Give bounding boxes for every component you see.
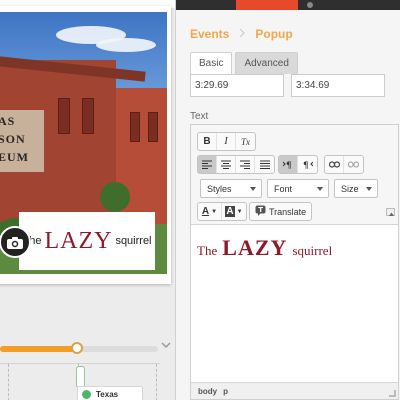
editor-content[interactable]: The LAZY squirrel (197, 235, 392, 261)
sign-line-1: AS (0, 114, 16, 128)
clear-format-button[interactable]: Tx (236, 133, 255, 150)
rich-text-editor: B I Tx ¶ ¶ Styles Font Size A ▼ A ▼ T Tr… (190, 124, 399, 400)
translate-label: Translate (269, 206, 307, 217)
font-dropdown-label: Font (274, 183, 293, 194)
translate-button[interactable]: T Translate (249, 202, 313, 221)
chevron-right-icon (239, 27, 246, 41)
chevron-down-icon: ▼ (211, 208, 218, 215)
resize-handle-icon[interactable] (389, 390, 396, 397)
museum-window (82, 98, 94, 134)
timeline-playhead[interactable] (71, 342, 84, 354)
caption-highlight: LAZY (44, 227, 113, 254)
start-time-input[interactable]: 3:29.69 (190, 74, 284, 97)
link-group (324, 155, 364, 174)
camera-icon[interactable] (0, 226, 31, 258)
text-field-label: Text (190, 111, 209, 122)
chevron-down-icon (250, 187, 256, 191)
tab-basic[interactable]: Basic (190, 52, 233, 74)
video-frame[interactable]: AS SON EUM The LAZY squirrel (0, 6, 171, 284)
bold-button[interactable]: B (198, 133, 217, 150)
translate-icon: T (255, 205, 266, 218)
caption-suffix: squirrel (115, 235, 152, 247)
museum-window (130, 112, 140, 142)
sign-line-3: EUM (0, 150, 29, 164)
end-time-input[interactable]: 3:34.69 (291, 74, 385, 97)
chevron-down-icon: ▼ (236, 208, 243, 215)
path-body[interactable]: body (198, 387, 217, 396)
breadcrumb-popup: Popup (255, 27, 293, 41)
element-path-bar: body p (191, 382, 398, 399)
top-navbar-active-tab[interactable] (236, 0, 298, 10)
align-left-icon[interactable] (198, 156, 217, 173)
styles-dropdown-label: Styles (207, 183, 232, 194)
editor-panel: Events Popup Basic Advanced 3:29.69 3:34… (175, 0, 400, 400)
breadcrumb: Events Popup (176, 18, 400, 50)
timeline-event-marker[interactable] (76, 366, 85, 388)
content-prefix: The (197, 243, 218, 258)
chevron-down-icon (366, 187, 372, 191)
svg-text:¶: ¶ (286, 161, 292, 169)
size-dropdown-label: Size (341, 183, 359, 194)
background-color-icon: A (225, 206, 235, 217)
color-group: A ▼ A ▼ (197, 202, 247, 221)
align-center-icon[interactable] (217, 156, 236, 173)
timeline-event-label: Texas (96, 389, 119, 399)
svg-text:¶: ¶ (303, 161, 309, 169)
video-preview-panel: AS SON EUM The LAZY squirrel Texas (0, 0, 175, 400)
top-navbar (176, 0, 400, 10)
scene-bush (100, 182, 130, 212)
tab-bar: Basic Advanced (190, 52, 298, 74)
video-scene: AS SON EUM The LAZY squirrel (0, 12, 167, 274)
content-highlight: LAZY (222, 235, 288, 260)
text-color-button[interactable]: A ▼ (198, 203, 222, 220)
styles-dropdown[interactable]: Styles (200, 179, 262, 198)
size-dropdown[interactable]: Size (334, 179, 378, 198)
text-direction-group: ¶ ¶ (278, 155, 318, 174)
timeline-lane: Texas (0, 363, 160, 400)
chevron-down-icon (317, 187, 323, 191)
sign-line-2: SON (0, 132, 26, 146)
link-icon[interactable] (325, 156, 344, 173)
basic-style-group: B I Tx (197, 132, 256, 151)
svg-text:T: T (258, 206, 263, 214)
timeline-gridline (8, 364, 9, 400)
alignment-group (197, 155, 275, 174)
path-p[interactable]: p (223, 387, 228, 396)
content-suffix: squirrel (292, 243, 333, 258)
editor-toolbar: B I Tx ¶ ¶ Styles Font Size A ▼ A ▼ T Tr… (191, 125, 398, 225)
rtl-direction-icon[interactable]: ¶ (298, 156, 317, 173)
unlink-icon[interactable] (344, 156, 363, 173)
ltr-direction-icon[interactable]: ¶ (279, 156, 298, 173)
timeline-progress (0, 346, 78, 352)
text-color-icon: A (201, 206, 210, 217)
map-pin-icon (82, 389, 91, 399)
chevron-down-icon[interactable] (160, 341, 172, 355)
museum-window (58, 98, 70, 134)
timeline-gridline (156, 364, 157, 400)
timeline-event-chip[interactable]: Texas (77, 386, 143, 400)
align-justify-icon[interactable] (255, 156, 274, 173)
timeline: Texas (0, 330, 175, 400)
breadcrumb-events[interactable]: Events (190, 27, 229, 41)
align-right-icon[interactable] (236, 156, 255, 173)
tab-advanced[interactable]: Advanced (235, 52, 298, 74)
scene-cloud (96, 38, 156, 52)
toolbar-collapse-button[interactable] (386, 208, 395, 216)
navbar-icon[interactable] (307, 2, 313, 8)
background-color-button[interactable]: A ▼ (222, 203, 246, 220)
museum-sign: AS SON EUM (0, 110, 44, 172)
italic-button[interactable]: I (217, 133, 236, 150)
museum-window (148, 112, 158, 142)
popup-caption[interactable]: The LAZY squirrel (19, 212, 155, 270)
font-dropdown[interactable]: Font (267, 179, 329, 198)
